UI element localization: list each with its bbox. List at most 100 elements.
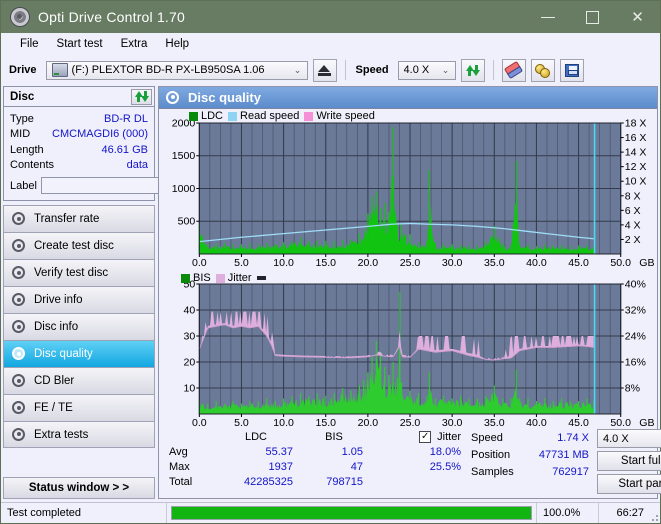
svg-text:14 X: 14 X — [625, 147, 647, 159]
svg-text:12 X: 12 X — [625, 161, 647, 173]
status-window-button[interactable]: Status window > > — [3, 477, 155, 499]
svg-text:40: 40 — [184, 305, 196, 317]
progress-fill — [172, 507, 531, 519]
sidebar-item-label: Transfer rate — [34, 213, 100, 225]
disc-mid-label: MID — [10, 128, 31, 141]
refresh-button[interactable] — [460, 58, 485, 82]
total-bis: 798715 — [326, 475, 363, 488]
sidebar-item-fe-te[interactable]: FE / TE — [3, 394, 155, 421]
svg-text:25.0: 25.0 — [400, 257, 421, 269]
jitter-checkbox[interactable]: ✓ — [419, 430, 432, 443]
sidebar: Disc Type BD-R DL MID CMCMAGDI6 (000) Le… — [1, 85, 249, 502]
disc-row-length: Length 46.61 GB — [10, 142, 148, 158]
binoculars-button[interactable] — [530, 58, 555, 82]
disc-icon — [166, 90, 181, 105]
svg-text:8%: 8% — [625, 383, 640, 395]
svg-text:20.0: 20.0 — [358, 417, 379, 429]
max-jitter: 25.5% — [429, 460, 461, 473]
stats-table-wrap: LDC BIS ✓ Jitter Avg 55.37 1.05 18.0% Ma… — [167, 429, 467, 494]
svg-text:15.0: 15.0 — [315, 417, 336, 429]
refresh-icon — [465, 64, 480, 77]
run-position-value: 47731 MB — [538, 448, 589, 461]
save-button[interactable] — [559, 58, 584, 82]
disc-panel-header: Disc — [4, 87, 154, 107]
run-speed-value: 1.74 X — [557, 431, 589, 444]
content-area: Disc Type BD-R DL MID CMCMAGDI6 (000) Le… — [1, 85, 661, 502]
legend-swatch — [189, 111, 198, 121]
legend-swatch — [304, 111, 314, 121]
menu-help[interactable]: Help — [156, 36, 198, 52]
row-label-max: Max — [169, 460, 190, 473]
legend-label: BIS — [193, 272, 211, 284]
row-label-total: Total — [169, 475, 193, 488]
avg-ldc: 55.37 — [265, 445, 293, 458]
run-samples-label: Samples — [471, 465, 514, 478]
minimize-icon — [540, 16, 555, 18]
disc-type-label: Type — [10, 112, 34, 125]
start-part-button[interactable]: Start part — [597, 474, 661, 494]
disc-type-value: BD-R DL — [103, 112, 148, 125]
sidebar-item-label: Disc info — [34, 321, 79, 333]
disc-contents-label: Contents — [10, 159, 55, 172]
sidebar-item-cd-bler[interactable]: CD Bler — [3, 367, 155, 394]
disc-icon — [12, 212, 27, 226]
sidebar-item-extra-tests[interactable]: Extra tests — [3, 421, 155, 448]
svg-text:35.0: 35.0 — [484, 257, 505, 269]
start-full-button[interactable]: Start full — [597, 451, 661, 471]
disc-label-label: Label — [10, 179, 37, 192]
sidebar-item-verify-test-disc[interactable]: Verify test disc — [3, 259, 155, 286]
svg-text:10 X: 10 X — [625, 176, 647, 188]
run-samples-row: Samples 762917 — [471, 464, 589, 479]
avg-bis: 1.05 — [341, 445, 363, 458]
svg-text:5.0: 5.0 — [234, 417, 249, 429]
disc-icon — [12, 427, 27, 442]
sidebar-item-disc-info[interactable]: Disc info — [3, 313, 155, 340]
run-info-values: Speed 1.74 X Position 47731 MB Samples 7… — [471, 429, 589, 494]
legend-label: LDC — [201, 110, 224, 122]
disc-row-contents: Contents data — [10, 158, 148, 174]
menu-file[interactable]: File — [11, 36, 48, 52]
erase-button[interactable] — [501, 58, 526, 82]
svg-text:40%: 40% — [625, 279, 646, 291]
minimize-button[interactable] — [525, 1, 570, 33]
legend-jitter: Jitter — [215, 272, 252, 284]
ldc-chart-legend: LDC Read speed Write speed — [189, 110, 375, 122]
app-window: Opti Drive Control 1.70 ✕ File Start tes… — [0, 0, 661, 524]
maximize-icon — [586, 10, 599, 24]
disc-refresh-button[interactable] — [131, 88, 152, 105]
close-icon: ✕ — [631, 8, 644, 26]
svg-text:50.0: 50.0 — [610, 417, 631, 429]
progress-percent: 100.0% — [537, 503, 599, 523]
window-controls: ✕ — [525, 1, 660, 33]
jitter-label: Jitter — [437, 430, 461, 443]
svg-text:10.0: 10.0 — [273, 257, 294, 269]
legend-marker-icon — [256, 276, 266, 280]
close-button[interactable]: ✕ — [615, 1, 660, 33]
sidebar-item-drive-info[interactable]: Drive info — [3, 286, 155, 313]
sidebar-item-disc-quality[interactable]: Disc quality — [3, 340, 155, 367]
toolbar-speed-select[interactable]: 4.0 X ⌄ — [397, 60, 456, 80]
eject-button[interactable] — [312, 58, 337, 82]
menu-start-test[interactable]: Start test — [48, 36, 112, 52]
table-row: Total 42285325 798715 — [167, 474, 467, 489]
status-message: Test completed — [1, 503, 167, 523]
menu-extra[interactable]: Extra — [112, 36, 157, 52]
toolbar: Drive (F:) PLEXTOR BD-R PX-LB950SA 1.06 … — [1, 55, 660, 85]
ldc-chart: LDC Read speed Write speed 500 1000 1500 20… — [159, 109, 657, 272]
resize-grip[interactable] — [646, 509, 658, 521]
drive-select[interactable]: (F:) PLEXTOR BD-R PX-LB950SA 1.06 ⌄ — [45, 60, 308, 80]
sidebar-item-transfer-rate[interactable]: Transfer rate — [3, 205, 155, 232]
run-samples-value: 762917 — [552, 465, 589, 478]
legend-bis: BIS — [181, 272, 211, 284]
toolbar-speed-label: Speed — [355, 64, 389, 76]
svg-text:16 X: 16 X — [625, 132, 647, 144]
run-info-buttons: 4.0 X ⌄ Start full Start part — [597, 429, 661, 494]
sidebar-item-create-test-disc[interactable]: Create test disc — [3, 232, 155, 259]
legend-write-speed: Write speed — [304, 110, 375, 122]
svg-text:30.0: 30.0 — [442, 417, 463, 429]
eject-icon — [318, 64, 332, 76]
disc-quality-header: Disc quality — [159, 87, 657, 109]
svg-text:20: 20 — [184, 357, 196, 369]
maximize-button[interactable] — [570, 1, 615, 33]
